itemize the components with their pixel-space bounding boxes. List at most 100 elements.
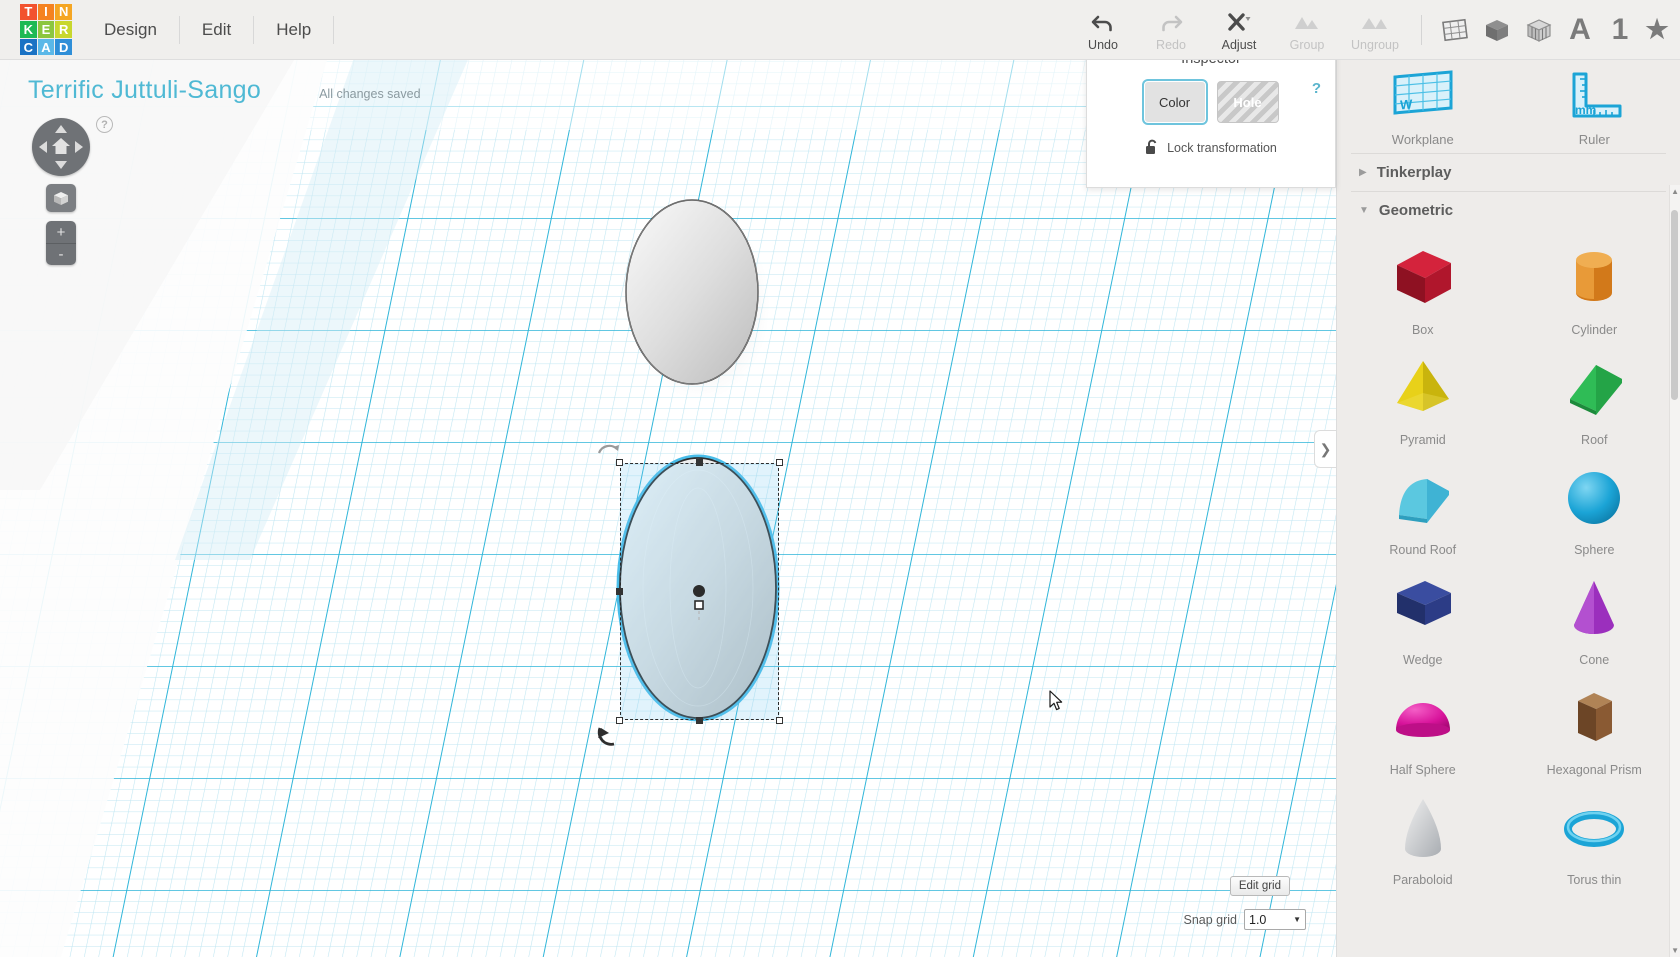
- wireframe-cube-icon[interactable]: [1518, 2, 1560, 58]
- scale-handle-bottom-left[interactable]: [616, 717, 623, 724]
- top-toolbar: T I N K E R C A D Design Edit Help Undo …: [0, 0, 1680, 60]
- logo-tile-d: D: [55, 38, 72, 56]
- shape-paraboloid-label: Paraboloid: [1392, 873, 1453, 887]
- orbit-up-arrow-icon[interactable]: [55, 125, 67, 133]
- view-navigation-widget: + -: [32, 118, 90, 265]
- shape-hexagonal-prism[interactable]: Hexagonal Prism: [1509, 673, 1680, 779]
- rotate-handle-bottom[interactable]: [596, 724, 622, 750]
- lock-transformation-row[interactable]: Lock transformation: [1087, 139, 1335, 156]
- unlocked-padlock-icon[interactable]: [1145, 139, 1159, 156]
- design-canvas[interactable]: Terrific Juttuli-Sango All changes saved: [0, 60, 1336, 957]
- scroll-up-arrow-icon[interactable]: ▲: [1671, 187, 1679, 196]
- toolbar-actions: Undo Redo Adjust Group Ungroup A 1 ★: [1069, 0, 1680, 60]
- undo-icon: [1090, 8, 1116, 36]
- hexagonal-prism-icon: [1551, 679, 1637, 757]
- orbit-down-arrow-icon[interactable]: [55, 161, 67, 169]
- sphere-icon: [1551, 459, 1637, 537]
- collapse-panel-tab[interactable]: ❯: [1314, 430, 1336, 468]
- scale-handle-top-left[interactable]: [616, 459, 623, 466]
- ungroup-button[interactable]: Ungroup: [1341, 2, 1409, 58]
- logo-tile-r: R: [55, 21, 72, 38]
- group-button[interactable]: Group: [1273, 2, 1341, 58]
- wedge-icon: [1380, 569, 1466, 647]
- snap-grid-control: Snap grid 1.0 ▼: [1183, 909, 1306, 930]
- shape-cylinder[interactable]: Cylinder: [1509, 233, 1680, 339]
- scale-handle-left-center[interactable]: [616, 588, 623, 595]
- logo-tile-k: K: [20, 21, 37, 38]
- cube-icon: [54, 191, 68, 205]
- workplane-tool[interactable]: W Workplane: [1337, 66, 1509, 153]
- redo-button[interactable]: Redo: [1137, 2, 1205, 58]
- shape-box[interactable]: Box: [1337, 233, 1509, 339]
- sidebar-scrollbar-thumb[interactable]: [1671, 210, 1678, 400]
- zoom-in-button[interactable]: +: [46, 221, 76, 243]
- shape-torus-thin[interactable]: Torus thin: [1509, 783, 1680, 889]
- home-icon[interactable]: [51, 136, 71, 156]
- svg-text:mm: mm: [1575, 103, 1596, 117]
- height-handle[interactable]: [690, 583, 708, 629]
- edit-grid-button[interactable]: Edit grid: [1229, 876, 1290, 896]
- ungroup-label: Ungroup: [1351, 37, 1399, 52]
- scroll-down-arrow-icon[interactable]: ▼: [1671, 946, 1679, 955]
- fit-view-cube-button[interactable]: [46, 184, 76, 212]
- shape-round-roof[interactable]: Round Roof: [1337, 453, 1509, 559]
- svg-text:W: W: [1400, 96, 1413, 112]
- mouse-cursor: [1049, 690, 1063, 711]
- shapes-sidebar: W Workplane mm Ruler ▶ Tinkerplay ▼ Geom…: [1336, 60, 1680, 957]
- tinkercad-logo[interactable]: T I N K E R C A D: [20, 3, 72, 56]
- project-title[interactable]: Terrific Juttuli-Sango: [28, 76, 261, 105]
- inspector-help-icon[interactable]: ?: [1312, 80, 1321, 97]
- chevron-down-icon: ▼: [1293, 915, 1301, 924]
- scale-handle-top-center[interactable]: [696, 459, 703, 466]
- shape-roof-label: Roof: [1581, 433, 1608, 447]
- shape-cone[interactable]: Cone: [1509, 563, 1680, 669]
- workplane-tool-label: Workplane: [1391, 132, 1454, 147]
- redo-icon: [1158, 8, 1184, 36]
- zoom-controls: + -: [46, 221, 76, 265]
- lock-transformation-label: Lock transformation: [1167, 140, 1277, 155]
- menu-design[interactable]: Design: [94, 15, 180, 44]
- shape-wedge-label: Wedge: [1403, 653, 1443, 667]
- star-icon[interactable]: ★: [1640, 2, 1680, 58]
- shape-box-label: Box: [1411, 323, 1434, 337]
- snap-grid-select[interactable]: 1.0 ▼: [1244, 909, 1306, 930]
- adjust-button[interactable]: Adjust: [1205, 2, 1273, 58]
- ruler-tool[interactable]: mm Ruler: [1509, 66, 1680, 153]
- chevron-down-icon: ▼: [1359, 205, 1369, 216]
- shape-paraboloid[interactable]: Paraboloid: [1337, 783, 1509, 889]
- scale-handle-bottom-right[interactable]: [776, 717, 783, 724]
- box-icon: [1380, 239, 1466, 317]
- menu-edit[interactable]: Edit: [180, 15, 255, 44]
- shape-pyramid[interactable]: Pyramid: [1337, 343, 1509, 449]
- scale-handle-bottom-center[interactable]: [696, 717, 703, 724]
- undo-label: Undo: [1088, 37, 1118, 52]
- shape-roof[interactable]: Roof: [1509, 343, 1680, 449]
- hole-swatch-button[interactable]: Hole: [1216, 81, 1279, 123]
- canvas-help-icon[interactable]: ?: [96, 116, 113, 133]
- orbit-right-arrow-icon[interactable]: [75, 141, 83, 153]
- shape-half-sphere[interactable]: Half Sphere: [1337, 673, 1509, 779]
- selection-bounding-box[interactable]: [597, 444, 783, 746]
- rotate-handle-top[interactable]: [596, 438, 622, 458]
- section-geometric[interactable]: ▼ Geometric: [1337, 192, 1680, 229]
- half-sphere-icon: [1380, 679, 1466, 757]
- adjust-label: Adjust: [1221, 37, 1257, 52]
- undo-button[interactable]: Undo: [1069, 2, 1137, 58]
- shape-cylinder-label: Cylinder: [1571, 323, 1618, 337]
- shape-wedge[interactable]: Wedge: [1337, 563, 1509, 669]
- section-tinkerplay[interactable]: ▶ Tinkerplay: [1337, 154, 1680, 191]
- view-orbit-pad[interactable]: [32, 118, 90, 176]
- zoom-out-button[interactable]: -: [46, 243, 76, 265]
- shape-sphere[interactable]: Sphere: [1509, 453, 1680, 559]
- color-swatch-button[interactable]: Color: [1143, 81, 1206, 123]
- menu-help[interactable]: Help: [254, 15, 335, 44]
- shape-round-roof-label: Round Roof: [1389, 543, 1457, 557]
- orbit-left-arrow-icon[interactable]: [39, 141, 47, 153]
- workplane-grid-icon[interactable]: [1434, 2, 1476, 58]
- letter-a-icon[interactable]: A: [1560, 2, 1600, 58]
- logo-tile-t: T: [20, 3, 37, 21]
- inspector-panel: Inspector ? Color Hole Lock transformati…: [1086, 38, 1336, 188]
- scale-handle-top-right[interactable]: [776, 459, 783, 466]
- solid-cube-icon[interactable]: [1476, 2, 1518, 58]
- digit-one-icon[interactable]: 1: [1600, 2, 1640, 58]
